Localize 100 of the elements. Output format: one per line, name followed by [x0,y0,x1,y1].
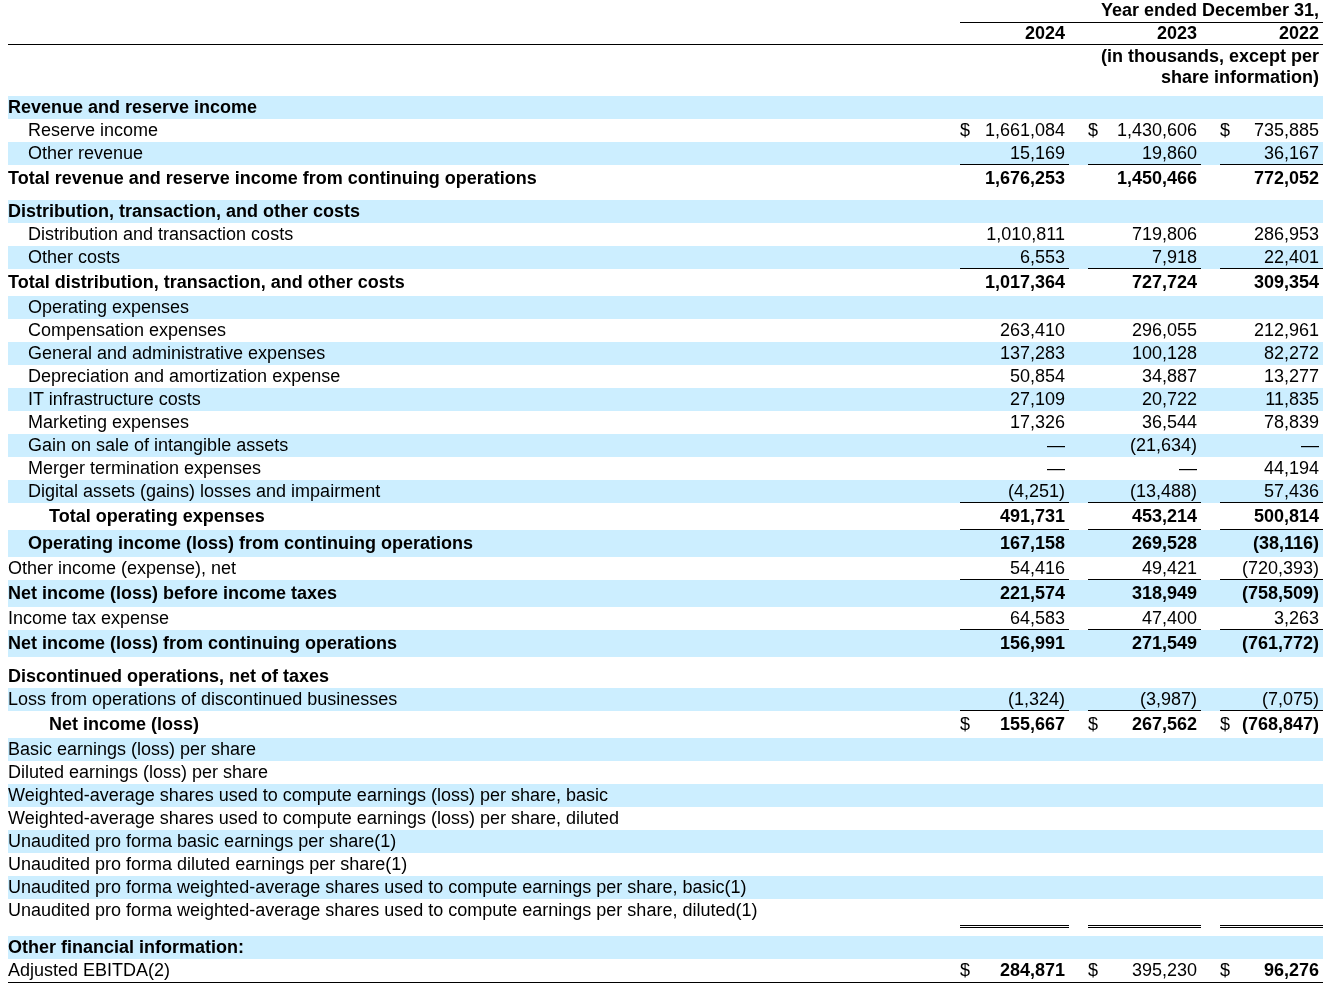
row-label: Merger termination expenses [28,458,262,478]
amount: 1,430,606 [1116,119,1198,142]
amount: 284,871 [999,959,1066,982]
row-label: Operating expenses [28,297,190,317]
currency-symbol: $ [1220,119,1230,142]
amount: 453,214 [1131,504,1198,528]
currency-symbol: $ [1220,713,1230,736]
row-label: Total revenue and reserve income from continuing operations [8,168,537,188]
row-label: Other income (expense), net [8,558,237,578]
row-label: Adjusted EBITDA(2) [8,960,171,980]
amount: 395,230 [1131,959,1198,982]
amount: 96,276 [1263,959,1320,982]
row-label: Net income (loss) from continuing operations [8,633,398,653]
amount: (758,509) [1241,582,1320,605]
amount: — [1301,434,1320,457]
amount: (3,987) [1139,687,1198,711]
amount: 267,562 [1131,713,1198,736]
amount: 772,052 [1253,167,1320,190]
row-label: Other financial information: [8,937,244,957]
amount: (4,251) [1007,479,1066,503]
row-label: Diluted earnings (loss) per share [8,762,269,782]
amount: 100,128 [1131,342,1198,365]
amount: (21,634) [1129,434,1198,457]
row-label: IT infrastructure costs [28,389,201,409]
period-heading: Year ended December 31, [1100,0,1319,20]
amount: 49,421 [1141,556,1198,580]
amount: 719,806 [1131,223,1198,246]
amount: 36,544 [1141,411,1198,434]
row-label: Other revenue [28,143,144,163]
amount: 27,109 [1009,388,1066,411]
amount: 47,400 [1141,606,1198,630]
year-heading: 2022 [1278,23,1319,43]
row-label: Other costs [28,247,121,267]
amount: 1,450,466 [1116,167,1198,190]
amount: 1,010,811 [986,223,1066,246]
currency-symbol: $ [1088,713,1098,736]
amount: (7,075) [1261,687,1320,711]
amount: 263,410 [999,319,1066,342]
amount: 54,416 [1009,556,1066,580]
amount: (768,847) [1241,713,1320,736]
row-label: Weighted-average shares used to compute earnings (loss) per share, diluted [8,808,619,828]
row-label: Unaudited pro forma weighted-average shares used to compute earnings per share, basic(1) [8,877,747,897]
amount: 20,722 [1141,388,1198,411]
amount: 727,724 [1131,271,1198,294]
amount: 137,283 [999,342,1066,365]
amount: 500,814 [1253,504,1320,528]
amount: 19,860 [1141,141,1198,165]
row-label: Total operating expenses [49,506,265,526]
amount: 15,169 [1009,141,1066,165]
amount: 64,583 [1009,606,1066,630]
row-label: Digital assets (gains) losses and impairment [28,481,381,501]
currency-symbol: $ [960,713,970,736]
amount: 309,354 [1253,271,1320,294]
currency-symbol: $ [1088,119,1098,142]
amount: 318,949 [1131,582,1198,605]
amount: 269,528 [1131,532,1198,555]
row-label: Total distribution, transaction, and other costs [8,272,405,292]
amount: 1,676,253 [984,167,1066,190]
amount: (1,324) [1007,687,1066,711]
row-label: Weighted-average shares used to compute earnings (loss) per share, basic [8,785,608,805]
amount: 735,885 [1253,119,1320,142]
amount: 221,574 [999,582,1066,605]
amount: 156,991 [999,632,1066,655]
row-label: Income tax expense [8,608,170,628]
amount: 22,401 [1263,245,1320,269]
amount: 13,277 [1263,365,1320,388]
row-label: Unaudited pro forma basic earnings per share(1) [8,831,397,851]
currency-symbol: $ [960,959,970,982]
amount: 212,961 [1253,319,1320,342]
row-label: Compensation expenses [28,320,227,340]
amount: (13,488) [1129,479,1198,503]
amount: 491,731 [999,504,1066,528]
row-label: Unaudited pro forma diluted earnings per share(1) [8,854,408,874]
amount: 36,167 [1263,141,1320,165]
amount: 167,158 [999,532,1066,555]
amount: 155,667 [999,713,1066,736]
amount: — [1047,434,1066,457]
amount: (720,393) [1241,556,1320,580]
year-heading: 2024 [1024,23,1065,43]
row-label: Revenue and reserve income [8,97,258,117]
amount: 7,918 [1151,245,1198,269]
amount: 11,835 [1265,388,1320,411]
amount: 82,272 [1263,342,1320,365]
amount: 34,887 [1141,365,1198,388]
amount: (761,772) [1241,632,1320,655]
row-label: Discontinued operations, net of taxes [8,666,330,686]
amount: 57,436 [1263,479,1320,503]
row-label: Distribution, transaction, and other costs [8,201,361,221]
currency-symbol: $ [1220,959,1230,982]
currency-symbol: $ [1088,959,1098,982]
amount: 78,839 [1263,411,1320,434]
row-label: Marketing expenses [28,412,190,432]
amount: 3,263 [1273,606,1320,630]
unit-note: (in thousands, except per share information) [1100,46,1319,87]
amount: 44,194 [1263,457,1320,480]
amount: — [1179,457,1198,480]
row-label: Gain on sale of intangible assets [28,435,289,455]
amount: 296,055 [1131,319,1198,342]
amount: 286,953 [1253,223,1320,246]
amount: 1,017,364 [984,271,1066,294]
